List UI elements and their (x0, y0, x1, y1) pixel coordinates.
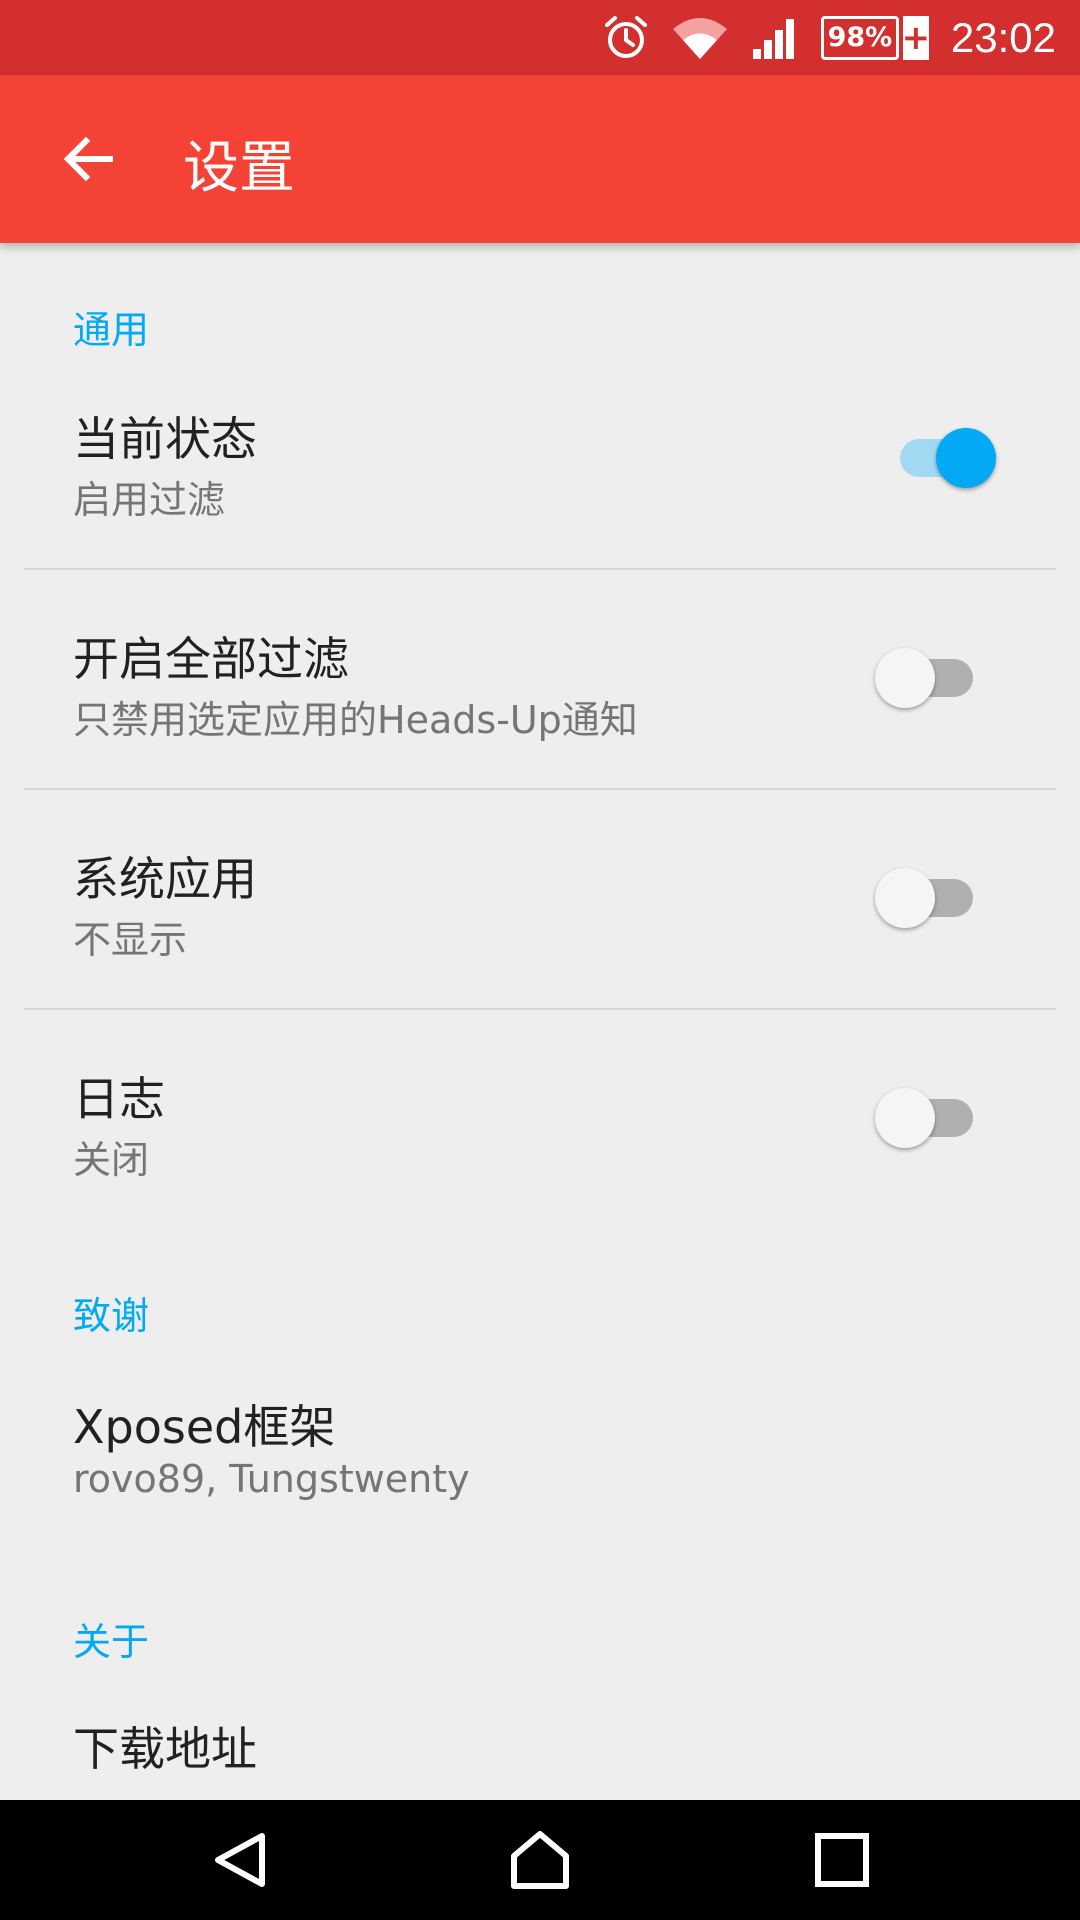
section-header-about: 关于 (73, 1620, 150, 1664)
section-header-credits: 致谢 (73, 1294, 150, 1338)
divider (24, 568, 1056, 570)
battery-icon: 98% + (820, 15, 931, 60)
setting-title: Xposed框架 (73, 1400, 336, 1454)
page-title: 设置 (183, 136, 295, 201)
switch-thumb (875, 648, 935, 708)
divider (24, 1008, 1056, 1010)
filter-all-switch[interactable] (875, 641, 985, 711)
switch-thumb (875, 868, 935, 928)
setting-subtitle: rovo89, Tungstwenty (73, 1457, 470, 1501)
setting-subtitle: 启用过滤 (73, 478, 226, 522)
recents-square-icon[interactable] (812, 1830, 872, 1890)
navigation-bar (0, 1800, 1080, 1920)
battery-percent: 98% (820, 15, 899, 60)
status-bar: 98% + 23:02 (0, 0, 1080, 75)
setting-title: 日志 (73, 1072, 165, 1126)
log-switch[interactable] (875, 1081, 985, 1151)
system-apps-switch[interactable] (875, 861, 985, 931)
back-arrow-icon[interactable] (58, 128, 120, 190)
setting-title: 系统应用 (73, 852, 257, 906)
home-icon[interactable] (508, 1830, 569, 1890)
wifi-icon (671, 15, 729, 61)
switch-thumb (875, 1088, 935, 1148)
setting-title: 开启全部过滤 (73, 632, 349, 686)
setting-subtitle: 关闭 (73, 1138, 150, 1182)
alarm-icon (603, 15, 649, 61)
divider (24, 788, 1056, 790)
status-time: 23:02 (950, 13, 1056, 61)
section-header-general: 通用 (73, 308, 150, 352)
setting-subtitle: 不显示 (73, 918, 188, 962)
app-bar: 设置 (0, 75, 1080, 243)
settings-list: 通用 当前状态 启用过滤 开启全部过滤 只禁用选定应用的Heads-Up通知 系… (0, 243, 1080, 1800)
setting-title: 当前状态 (73, 412, 257, 466)
charging-indicator: + (901, 15, 931, 60)
cell-signal-icon (751, 15, 799, 61)
setting-title: 下载地址 (73, 1722, 257, 1776)
current-status-switch[interactable] (888, 421, 998, 491)
back-triangle-icon[interactable] (210, 1830, 270, 1890)
switch-thumb (936, 428, 996, 488)
setting-subtitle: 只禁用选定应用的Heads-Up通知 (73, 698, 638, 742)
